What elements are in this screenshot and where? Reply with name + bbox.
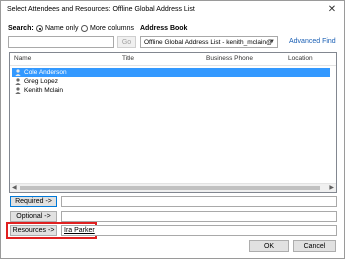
address-list[interactable]: Name Title Business Phone Location Cole … — [9, 52, 337, 193]
resources-field[interactable]: Ira Parker — [61, 225, 337, 236]
cancel-button[interactable]: Cancel — [293, 240, 336, 252]
optional-field[interactable] — [61, 211, 337, 222]
resources-button[interactable]: Resources -> — [10, 225, 57, 236]
column-header-business-phone[interactable]: Business Phone — [206, 53, 253, 65]
dialog-title: Select Attendees and Resources: Offline … — [7, 6, 195, 13]
person-icon — [15, 87, 21, 94]
chevron-down-icon: ▼ — [269, 39, 275, 45]
select-attendees-dialog: Select Attendees and Resources: Offline … — [0, 0, 345, 259]
optional-button[interactable]: Optional -> — [10, 211, 57, 222]
scroll-left-icon[interactable]: ◀ — [12, 184, 17, 192]
address-book-select[interactable]: Offline Global Address List - kenith_mcl… — [140, 36, 278, 48]
more-columns-label: More columns — [90, 25, 134, 32]
address-book-label: Address Book — [140, 25, 188, 32]
header-divider — [10, 65, 336, 66]
advanced-find-link[interactable]: Advanced Find — [289, 38, 336, 45]
person-icon — [15, 78, 21, 85]
name-only-label: Name only — [45, 25, 79, 32]
column-header-title[interactable]: Title — [122, 53, 134, 65]
close-icon[interactable]: ✕ — [326, 4, 338, 16]
person-icon — [15, 69, 21, 76]
scroll-thumb[interactable] — [20, 186, 320, 190]
scroll-right-icon[interactable]: ▶ — [329, 184, 334, 192]
search-input[interactable] — [8, 36, 114, 48]
required-field[interactable] — [61, 196, 337, 207]
contact-name: Kenith Mclain — [24, 87, 64, 94]
column-header-name[interactable]: Name — [14, 53, 31, 65]
name-only-radio[interactable] — [36, 25, 43, 32]
list-item[interactable]: Kenith Mclain — [12, 86, 330, 95]
more-columns-radio[interactable] — [81, 25, 88, 32]
horizontal-scrollbar[interactable]: ◀ ▶ — [10, 183, 336, 192]
list-item[interactable]: Greg Lopez — [12, 77, 330, 86]
ok-button[interactable]: OK — [249, 240, 289, 252]
resource-name: Ira Parker — [64, 227, 95, 234]
search-label: Search: — [8, 25, 34, 32]
column-header-location[interactable]: Location — [288, 53, 313, 65]
list-item[interactable]: Cole Anderson — [12, 68, 330, 77]
contact-name: Cole Anderson — [24, 69, 67, 76]
title-bar: Select Attendees and Resources: Offline … — [1, 1, 344, 19]
go-button[interactable]: Go — [117, 36, 136, 48]
contact-name: Greg Lopez — [24, 78, 58, 85]
address-book-selected-value: Offline Global Address List - kenith_mcl… — [144, 39, 273, 46]
required-button[interactable]: Required -> — [10, 196, 57, 207]
